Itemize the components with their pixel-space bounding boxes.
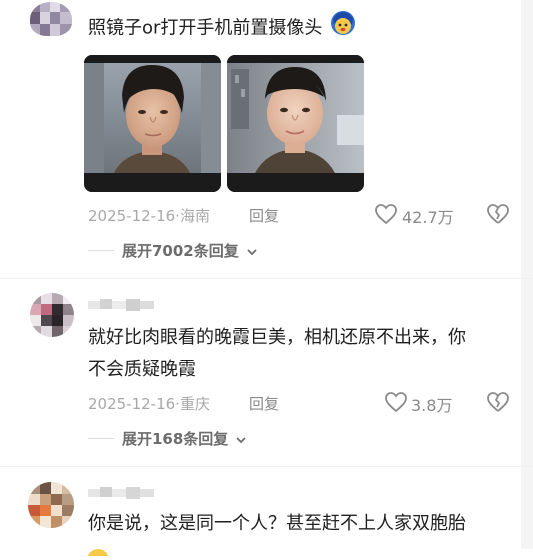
reply-button[interactable]: 回复 bbox=[249, 393, 279, 414]
expand-replies-button[interactable]: 展开168条回复 bbox=[122, 428, 247, 449]
face-emoji-icon bbox=[330, 10, 356, 47]
heart-outline-icon bbox=[384, 391, 408, 417]
comment-date-location: 2025-12-16·海南 bbox=[88, 207, 210, 225]
comment-text: 你是说，这是同一个人？甚至赶不上人家双胞胎 bbox=[88, 513, 466, 534]
expand-divider bbox=[88, 250, 114, 251]
broken-heart-icon[interactable] bbox=[486, 391, 510, 417]
emoji-icon bbox=[86, 541, 110, 560]
avatar[interactable] bbox=[28, 482, 74, 528]
like-button[interactable]: 42.7万 bbox=[374, 202, 464, 229]
divider bbox=[0, 466, 533, 467]
expand-replies-label: 展开168条回复 bbox=[122, 430, 229, 448]
heart-outline-icon bbox=[374, 203, 398, 229]
comment-text-line: 就好比肉眼看的晚霞巨美，相机还原不出来，你 bbox=[88, 327, 466, 348]
like-count: 3.8万 bbox=[411, 396, 453, 415]
avatar[interactable] bbox=[30, 2, 72, 36]
comment-photo-mirror[interactable] bbox=[84, 55, 221, 192]
comment-text: 就好比肉眼看的晚霞巨美，相机还原不出来，你 不会质疑晚霞 bbox=[88, 322, 466, 386]
avatar[interactable] bbox=[30, 293, 74, 337]
like-count: 42.7万 bbox=[402, 208, 454, 227]
broken-heart-icon[interactable] bbox=[486, 203, 510, 229]
expand-replies-button[interactable]: 展开7002条回复 bbox=[122, 240, 258, 261]
username-redacted bbox=[88, 296, 158, 315]
expand-divider bbox=[88, 438, 114, 439]
like-button[interactable]: 3.8万 bbox=[384, 390, 464, 417]
username-redacted bbox=[88, 484, 158, 503]
chevron-down-icon bbox=[246, 242, 258, 261]
comment-photo-front-camera[interactable] bbox=[227, 55, 364, 192]
reply-button[interactable]: 回复 bbox=[249, 205, 279, 226]
expand-replies-label: 展开7002条回复 bbox=[122, 242, 239, 260]
comment-date-location: 2025-12-16·重庆 bbox=[88, 395, 210, 413]
divider bbox=[0, 278, 533, 279]
comment-text: 照镜子or打开手机前置摄像头 bbox=[88, 17, 323, 39]
chevron-down-icon bbox=[235, 430, 247, 449]
comment-text-line: 不会质疑晚霞 bbox=[88, 359, 196, 380]
